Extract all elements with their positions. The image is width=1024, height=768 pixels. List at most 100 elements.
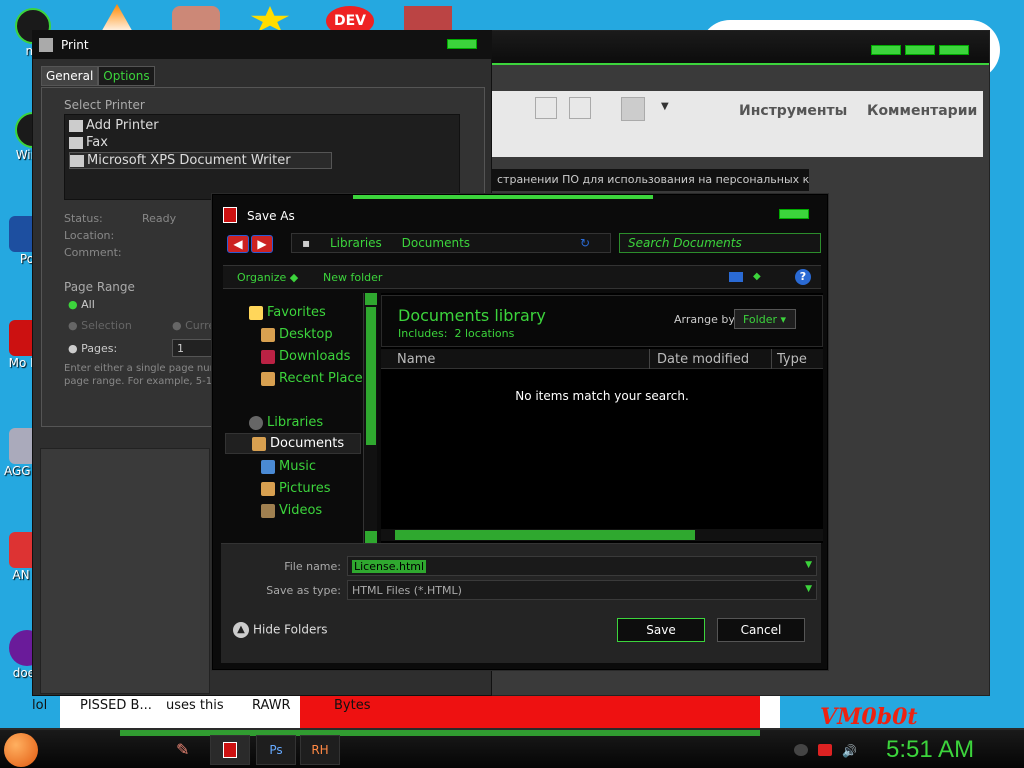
page-icon[interactable] (535, 97, 557, 119)
brush-icon[interactable]: ✎ (176, 740, 189, 759)
desktop-label[interactable]: Bytes (334, 698, 370, 713)
videos-icon (261, 503, 275, 518)
print-title: Print (61, 38, 89, 52)
scroll-up-arrow[interactable] (365, 293, 377, 305)
chevron-down-icon[interactable]: ▼ (805, 584, 812, 594)
print-close-button[interactable] (447, 39, 477, 49)
nav-pictures[interactable]: Pictures (261, 481, 330, 496)
page-range-hint-1: Enter either a single page numb (64, 363, 226, 374)
fax-icon (69, 136, 83, 149)
add-printer-icon (69, 119, 83, 132)
print-tabs: General Options (41, 66, 155, 86)
chevron-down-icon[interactable]: ▼ (661, 101, 669, 112)
downloads-icon (261, 349, 275, 364)
file-name-field[interactable]: License.html ▼ (347, 556, 817, 576)
nav-downloads[interactable]: Downloads (261, 349, 350, 364)
pictures-icon (261, 481, 275, 496)
music-icon (261, 459, 275, 474)
close-button[interactable] (939, 45, 969, 55)
save-options-panel: File name: License.html ▼ Save as type: … (221, 543, 821, 663)
arrange-by-dropdown[interactable]: Folder ▾ (734, 309, 796, 329)
nav-favorites[interactable]: Favorites (249, 305, 326, 320)
maximize-button[interactable] (905, 45, 935, 55)
locations-link[interactable]: 2 locations (454, 327, 514, 340)
search-input[interactable]: Search Documents (619, 233, 821, 253)
save-as-dialog[interactable]: Save As ◀ ▶ ▪ Libraries Documents ↻ Sear… (212, 194, 828, 670)
nav-scrollbar[interactable] (363, 293, 377, 543)
expand-icon[interactable] (621, 97, 645, 121)
minimize-button[interactable] (871, 45, 901, 55)
page-range-hint-2: page range. For example, 5-12 (64, 376, 219, 387)
column-divider[interactable] (771, 349, 772, 369)
desktop-label[interactable]: RAWR (252, 698, 291, 713)
app-toolbar: ▼ Инструменты Комментарии (491, 91, 983, 157)
nav-recent-places[interactable]: Recent Places (261, 371, 369, 386)
chevron-down-icon[interactable]: ▼ (805, 560, 812, 570)
comments-button[interactable]: Комментарии (867, 103, 977, 119)
range-all-radio[interactable]: ● All (68, 298, 95, 311)
page-range-label: Page Range (64, 280, 135, 294)
taskbar-photoshop-button[interactable]: Ps (256, 735, 296, 765)
tray-network-icon[interactable] (818, 744, 832, 756)
print-preview-area (40, 448, 210, 694)
range-pages-radio[interactable]: ● Pages: (68, 342, 117, 355)
save-button[interactable]: Save (617, 618, 705, 642)
save-type-select[interactable]: HTML Files (*.HTML) ▼ (347, 580, 817, 600)
save-as-close-button[interactable] (779, 209, 809, 219)
desktop-label[interactable]: PISSED B... (80, 698, 152, 713)
printer-item-xps[interactable]: Microsoft XPS Document Writer (69, 152, 332, 169)
column-divider[interactable] (649, 349, 650, 369)
range-current-radio[interactable]: ● Curre (172, 319, 215, 332)
fit-icon[interactable] (569, 97, 591, 119)
nav-desktop[interactable]: Desktop (261, 327, 333, 342)
column-header-row: Name Date modified Type (381, 349, 823, 369)
forward-arrow-icon[interactable]: ▶ (251, 235, 273, 253)
desktop-label[interactable]: uses this (166, 698, 224, 713)
range-selection-radio[interactable]: ● Selection (68, 319, 132, 332)
horizontal-scrollbar[interactable] (381, 529, 823, 541)
organize-button[interactable]: Organize ◆ (237, 271, 298, 284)
view-icon[interactable] (729, 272, 743, 282)
printer-icon (39, 38, 53, 52)
breadcrumb-documents[interactable]: Documents (402, 236, 470, 250)
print-titlebar[interactable]: Print (33, 31, 491, 59)
nav-videos[interactable]: Videos (261, 503, 322, 518)
nav-libraries[interactable]: Libraries (249, 415, 323, 430)
pages-input[interactable]: 1 (172, 339, 214, 357)
library-includes: Includes: 2 locations (398, 327, 515, 340)
chevron-up-icon: ▲ (233, 622, 249, 638)
desktop-label[interactable]: lol (32, 698, 47, 713)
tab-general[interactable]: General (41, 66, 99, 86)
tab-options[interactable]: Options (98, 66, 155, 86)
start-button[interactable] (4, 733, 38, 767)
hscroll-thumb[interactable] (395, 530, 695, 540)
breadcrumb-libraries[interactable]: Libraries (330, 236, 382, 250)
volume-icon[interactable]: 🔊 (842, 744, 857, 758)
save-type-label: Save as type: (266, 584, 341, 597)
scroll-down-arrow[interactable] (365, 531, 377, 543)
refresh-icon[interactable]: ↻ (580, 236, 590, 250)
nav-music[interactable]: Music (261, 459, 316, 474)
address-bar[interactable]: ▪ Libraries Documents ↻ (291, 233, 611, 253)
column-date-modified[interactable]: Date modified (657, 352, 749, 367)
hide-folders-button[interactable]: ▲ Hide Folders (233, 622, 328, 638)
printer-item-fax[interactable]: Fax (69, 135, 108, 150)
column-type[interactable]: Type (777, 352, 807, 367)
recent-places-icon (261, 371, 275, 386)
clock[interactable]: 5:51 AM (886, 736, 974, 764)
location-label: Location: (64, 229, 115, 242)
cancel-button[interactable]: Cancel (717, 618, 805, 642)
help-icon[interactable]: ? (795, 269, 811, 285)
taskbar-rh-button[interactable]: RH (300, 735, 340, 765)
tools-button[interactable]: Инструменты (739, 103, 847, 119)
back-arrow-icon[interactable]: ◀ (227, 235, 249, 253)
nav-documents[interactable]: Documents (225, 433, 361, 454)
new-folder-button[interactable]: New folder (323, 271, 382, 284)
comment-label: Comment: (64, 246, 122, 259)
tray-expand-icon[interactable] (794, 744, 808, 756)
column-name[interactable]: Name (397, 352, 435, 367)
printer-item-add[interactable]: Add Printer (69, 118, 159, 133)
view-options-icon[interactable]: ◆ (753, 271, 761, 282)
taskbar-acrobat-button[interactable] (210, 735, 250, 765)
scroll-thumb[interactable] (366, 307, 376, 445)
